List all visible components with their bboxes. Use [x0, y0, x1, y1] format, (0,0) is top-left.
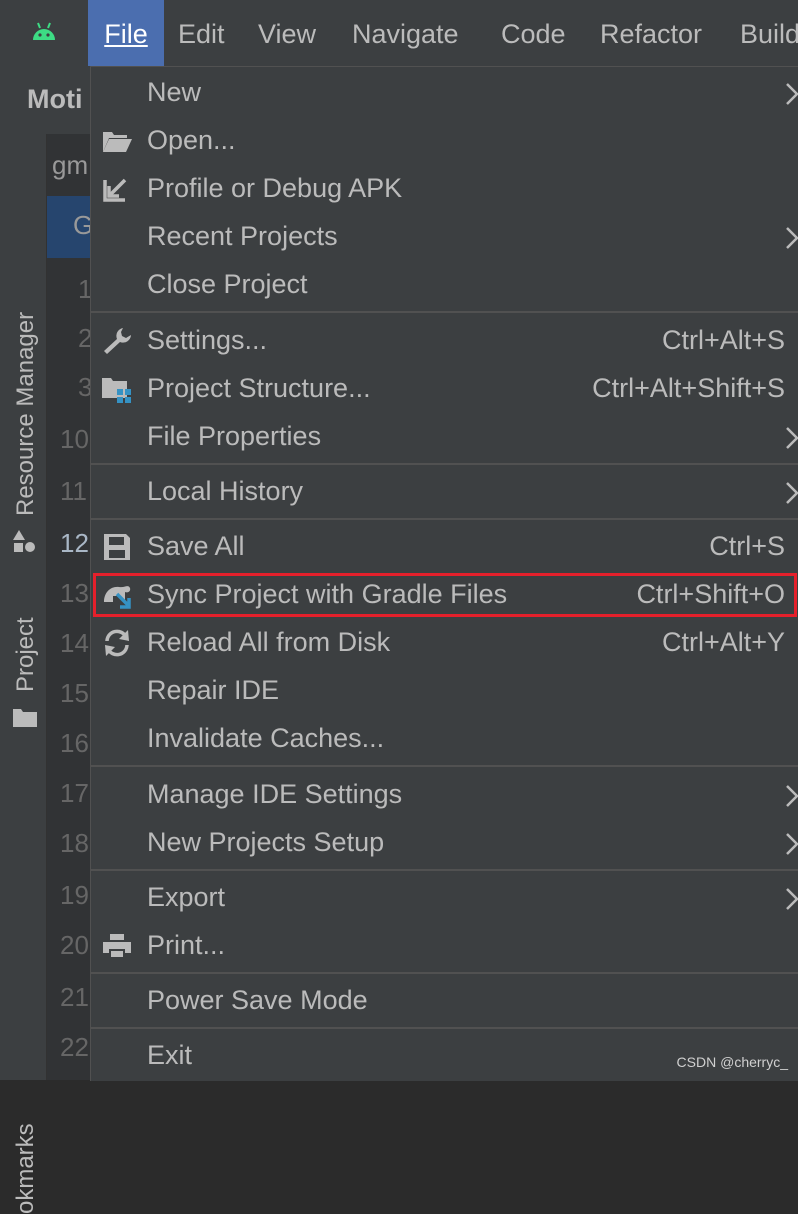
chevron-right-icon — [786, 888, 798, 910]
printer-icon — [103, 934, 131, 959]
chevron-right-icon — [786, 427, 798, 449]
chevron-right-icon — [786, 785, 798, 807]
menu-item-profile-debug-apk[interactable]: Profile or Debug APK — [91, 165, 798, 213]
menu-item-reload-disk[interactable]: Reload All from Disk Ctrl+Alt+Y — [91, 619, 798, 667]
resource-manager-label: Resource Manager — [12, 311, 39, 516]
menu-item-file-properties[interactable]: File Properties — [91, 413, 798, 461]
menu-item-label: Settings... — [147, 325, 268, 355]
tool-window-title: Moti — [27, 84, 83, 114]
menu-item-label: Power Save Mode — [147, 985, 368, 1015]
shapes-icon — [13, 530, 35, 552]
menu-item-label: Invalidate Caches... — [147, 723, 385, 753]
menu-item-project-structure[interactable]: Project Structure... Ctrl+Alt+Shift+S — [91, 365, 798, 413]
menu-item-label: Profile or Debug APK — [147, 173, 403, 203]
menu-item-label: Close Project — [147, 269, 308, 299]
menu-separator — [91, 1027, 798, 1029]
menu-separator — [91, 972, 798, 974]
menu-item-shortcut: Ctrl+Alt+Y — [661, 627, 785, 657]
project-structure-icon — [102, 378, 131, 403]
chevron-right-icon — [786, 227, 798, 249]
editor-tab-gm[interactable]: gm — [52, 150, 88, 181]
bookmarks-tab[interactable]: okmarks — [0, 1094, 46, 1214]
menu-separator — [91, 869, 798, 871]
import-arrow-icon — [103, 178, 127, 202]
menu-item-close-project[interactable]: Close Project — [91, 261, 798, 309]
chevron-right-icon — [786, 482, 798, 504]
menu-item-export[interactable]: Export — [91, 874, 798, 922]
menu-item-label: Recent Projects — [147, 221, 338, 251]
menu-item-label: Open... — [147, 125, 236, 155]
menu-build[interactable]: Build — [740, 0, 798, 66]
left-tool-strip: Resource Manager Project okmarks — [0, 134, 47, 1214]
watermark: CSDN @cherryc_ — [676, 1054, 788, 1070]
menu-item-label: Exit — [147, 1040, 193, 1070]
menu-item-local-history[interactable]: Local History — [91, 468, 798, 516]
folder-icon — [13, 709, 37, 727]
tool-window-header: Moti — [0, 66, 90, 135]
menu-item-open[interactable]: Open... — [91, 117, 798, 165]
menu-item-label: New — [147, 77, 202, 107]
menu-item-save-all[interactable]: Save All Ctrl+S — [91, 523, 798, 571]
menu-refactor[interactable]: Refactor — [600, 0, 702, 66]
project-tab[interactable]: Project — [0, 604, 46, 734]
menu-separator — [91, 463, 798, 465]
menu-item-shortcut: Ctrl+Alt+Shift+S — [592, 373, 785, 403]
menu-navigate[interactable]: Navigate — [352, 0, 459, 66]
menu-item-label: Local History — [147, 476, 304, 506]
menu-item-power-save-mode[interactable]: Power Save Mode — [91, 977, 798, 1025]
menu-item-label: Export — [147, 882, 226, 912]
menu-separator — [91, 518, 798, 520]
menu-item-repair-ide[interactable]: Repair IDE — [91, 667, 798, 715]
menu-item-label: Print... — [147, 930, 226, 960]
menu-item-new-projects-setup[interactable]: New Projects Setup — [91, 819, 798, 867]
menu-edit[interactable]: Edit — [178, 0, 225, 66]
reload-icon — [105, 629, 129, 657]
folder-open-icon — [103, 132, 132, 152]
editor-tab-g[interactable]: G — [47, 196, 93, 258]
menu-code[interactable]: Code — [501, 0, 566, 66]
menu-item-shortcut: Ctrl+S — [709, 531, 785, 561]
menu-item-new[interactable]: New — [91, 69, 798, 117]
resource-manager-tab[interactable]: Resource Manager — [0, 284, 46, 564]
menu-item-label: Manage IDE Settings — [147, 779, 403, 809]
file-menu-popup: New Open... Profile or Debug APK Recent … — [90, 66, 798, 1081]
menu-item-shortcut: Ctrl+Alt+S — [661, 325, 785, 355]
menu-item-label: Reload All from Disk — [147, 627, 391, 657]
menu-item-invalidate-caches[interactable]: Invalidate Caches... — [91, 715, 798, 763]
chevron-right-icon — [786, 83, 798, 105]
bookmarks-label: okmarks — [12, 1123, 39, 1214]
wrench-icon — [104, 328, 131, 354]
menu-item-label: Save All — [147, 531, 245, 561]
project-label: Project — [12, 617, 39, 692]
menu-file[interactable]: File — [88, 0, 164, 66]
menu-file-label: File — [104, 19, 148, 49]
menu-item-manage-ide-settings[interactable]: Manage IDE Settings — [91, 771, 798, 819]
menu-item-label: File Properties — [147, 421, 322, 451]
menu-item-print[interactable]: Print... — [91, 922, 798, 970]
android-icon[interactable] — [30, 20, 58, 46]
menu-item-label: Project Structure... — [147, 373, 371, 403]
menu-item-settings[interactable]: Settings... Ctrl+Alt+S — [91, 317, 798, 365]
highlight-annotation — [93, 573, 797, 617]
floppy-disk-icon — [104, 534, 130, 560]
menu-bar: File Edit View Navigate Code Refactor Bu… — [0, 0, 798, 66]
menu-separator — [91, 765, 798, 767]
menu-item-label: Repair IDE — [147, 675, 280, 705]
chevron-right-icon — [786, 833, 798, 855]
menu-view[interactable]: View — [258, 0, 316, 66]
menu-item-recent-projects[interactable]: Recent Projects — [91, 213, 798, 261]
menu-item-label: New Projects Setup — [147, 827, 385, 857]
menu-separator — [91, 311, 798, 313]
